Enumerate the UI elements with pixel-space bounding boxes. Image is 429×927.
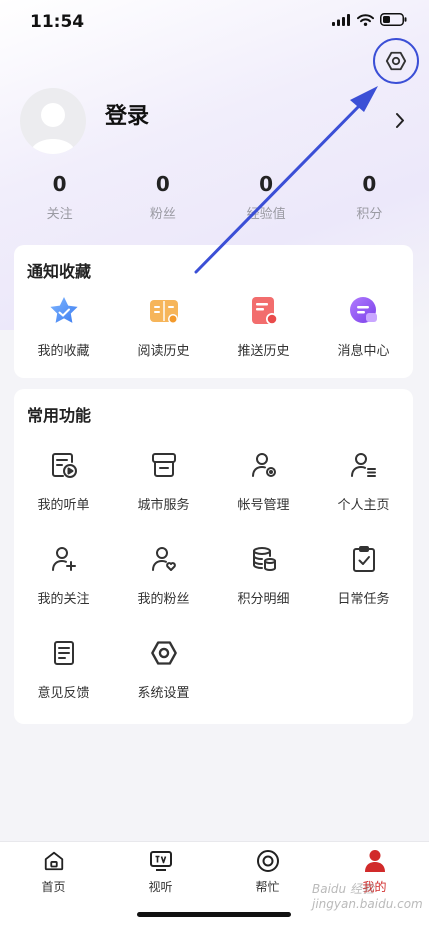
item-label: 帐号管理	[237, 498, 290, 513]
book-icon	[149, 300, 178, 324]
tab-video[interactable]: 视听	[107, 848, 214, 895]
reading-history-item[interactable]: 阅读历史	[114, 295, 213, 359]
playlist-icon	[51, 453, 77, 478]
stat-following[interactable]: 0 关注	[8, 172, 111, 222]
item-label: 日常任务	[337, 592, 390, 607]
stat-label: 经验值	[246, 207, 286, 222]
hexagon-settings-icon	[150, 641, 177, 665]
push-history-icon	[251, 297, 278, 325]
notify-card: 通知收藏 我的收藏 阅读历史 推送历史 消息中心	[14, 245, 413, 378]
feedback-icon	[53, 641, 74, 665]
item-label: 推送历史	[237, 344, 290, 359]
user-heart-icon	[151, 547, 176, 571]
item-label: 我的收藏	[37, 344, 90, 359]
status-icons	[332, 13, 407, 26]
coins-icon	[252, 547, 276, 571]
tv-icon	[149, 851, 172, 871]
battery-icon	[380, 13, 407, 26]
avatar[interactable]	[20, 88, 86, 154]
default-avatar-icon	[30, 103, 76, 154]
item-label: 积分明细	[237, 592, 290, 607]
user-plus-icon	[51, 547, 76, 571]
city-service-item[interactable]: 城市服务	[114, 449, 213, 513]
my-fans-item[interactable]: 我的粉丝	[114, 543, 213, 607]
favorites-item[interactable]: 我的收藏	[14, 295, 113, 359]
settings-button[interactable]	[373, 38, 419, 84]
stat-value: 0	[259, 172, 274, 196]
item-label: 城市服务	[137, 498, 190, 513]
section-title: 通知收藏	[27, 262, 92, 281]
feedback-item[interactable]: 意见反馈	[14, 637, 113, 701]
tab-home[interactable]: 首页	[0, 848, 107, 895]
item-label: 阅读历史	[137, 344, 190, 359]
points-detail-item[interactable]: 积分明细	[214, 543, 313, 607]
my-playlist-item[interactable]: 我的听单	[14, 449, 113, 513]
item-label: 我的关注	[37, 592, 90, 607]
status-bar: 11:54	[0, 0, 429, 44]
my-following-item[interactable]: 我的关注	[14, 543, 113, 607]
home-indicator	[137, 912, 291, 917]
tab-label: 视听	[148, 880, 173, 894]
signal-icon	[332, 13, 350, 26]
item-label: 个人主页	[337, 498, 390, 513]
stat-value: 0	[155, 172, 170, 196]
star-icon	[49, 297, 78, 323]
stat-value: 0	[362, 172, 377, 196]
user-list-icon	[350, 453, 376, 477]
hexagon-settings-icon	[385, 51, 407, 71]
personal-homepage-item[interactable]: 个人主页	[314, 449, 413, 513]
account-management-item[interactable]: 帐号管理	[214, 449, 313, 513]
watermark: Baidu 经验 jingyan.baidu.com	[312, 882, 423, 911]
item-label: 我的粉丝	[137, 592, 190, 607]
user-gear-icon	[251, 453, 276, 477]
chevron-right-icon[interactable]	[395, 112, 405, 129]
stat-followers[interactable]: 0 粉丝	[111, 172, 214, 222]
stat-label: 关注	[46, 207, 73, 222]
wifi-icon	[357, 13, 374, 26]
stats-row: 0 关注 0 粉丝 0 经验值 0 积分	[8, 172, 421, 222]
stat-label: 积分	[356, 207, 383, 222]
tab-label: 帮忙	[255, 880, 280, 894]
stat-value: 0	[52, 172, 67, 196]
login-link[interactable]: 登录	[105, 98, 149, 130]
push-history-item[interactable]: 推送历史	[214, 295, 313, 359]
section-title: 常用功能	[27, 406, 92, 425]
stat-label: 粉丝	[149, 207, 176, 222]
tab-help[interactable]: 帮忙	[214, 848, 321, 895]
home-icon	[44, 851, 63, 871]
message-center-item[interactable]: 消息中心	[314, 295, 413, 359]
circle-icon	[256, 850, 279, 872]
item-label: 意见反馈	[37, 686, 90, 701]
tab-label: 首页	[41, 880, 66, 894]
stat-experience[interactable]: 0 经验值	[215, 172, 318, 222]
store-icon	[151, 453, 176, 477]
person-icon	[364, 850, 385, 872]
daily-tasks-item[interactable]: 日常任务	[314, 543, 413, 607]
common-functions-card: 常用功能 我的听单 城市服务 帐号管理 个人主页 我的关注 我的粉丝 积分明细 …	[14, 389, 413, 724]
message-icon	[349, 297, 377, 323]
system-settings-item[interactable]: 系统设置	[114, 637, 213, 701]
item-label: 系统设置	[137, 686, 190, 701]
item-label: 我的听单	[37, 498, 90, 513]
status-time: 11:54	[30, 12, 85, 32]
clipboard-check-icon	[352, 546, 375, 572]
stat-points[interactable]: 0 积分	[318, 172, 421, 222]
item-label: 消息中心	[337, 344, 390, 359]
